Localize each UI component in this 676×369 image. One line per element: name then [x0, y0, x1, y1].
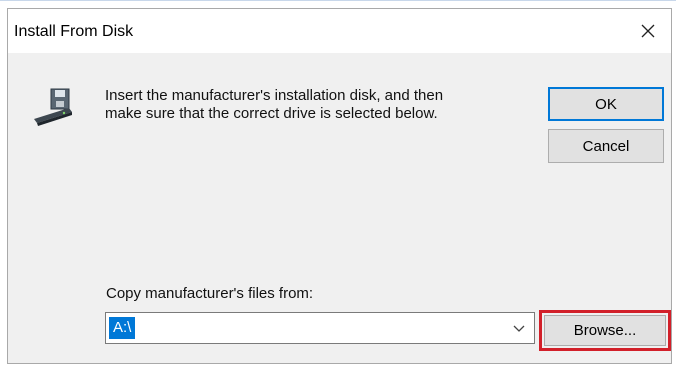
instruction-line-1: Insert the manufacturer's installation d… — [105, 87, 444, 104]
dialog-title: Install From Disk — [14, 23, 134, 40]
copy-from-label: Copy manufacturer's files from: — [106, 285, 314, 302]
install-from-disk-dialog: Install From Disk Insert the manufacture… — [7, 8, 672, 364]
close-button[interactable] — [625, 9, 671, 53]
instruction-text: Insert the manufacturer's installation d… — [105, 87, 525, 123]
instruction-line-2: make sure that the correct drive is sele… — [105, 105, 438, 122]
source-path-combobox[interactable]: A:\ — [105, 312, 535, 344]
close-icon — [641, 24, 655, 38]
ok-button[interactable]: OK — [548, 87, 664, 121]
title-bar[interactable]: Install From Disk — [8, 9, 671, 53]
source-path-value[interactable]: A:\ — [109, 317, 136, 339]
browse-button[interactable]: Browse... — [544, 315, 666, 346]
disk-drive-icon — [34, 88, 72, 126]
window-top-edge — [0, 0, 676, 1]
chevron-down-icon[interactable] — [512, 322, 526, 336]
cancel-button[interactable]: Cancel — [548, 129, 664, 163]
